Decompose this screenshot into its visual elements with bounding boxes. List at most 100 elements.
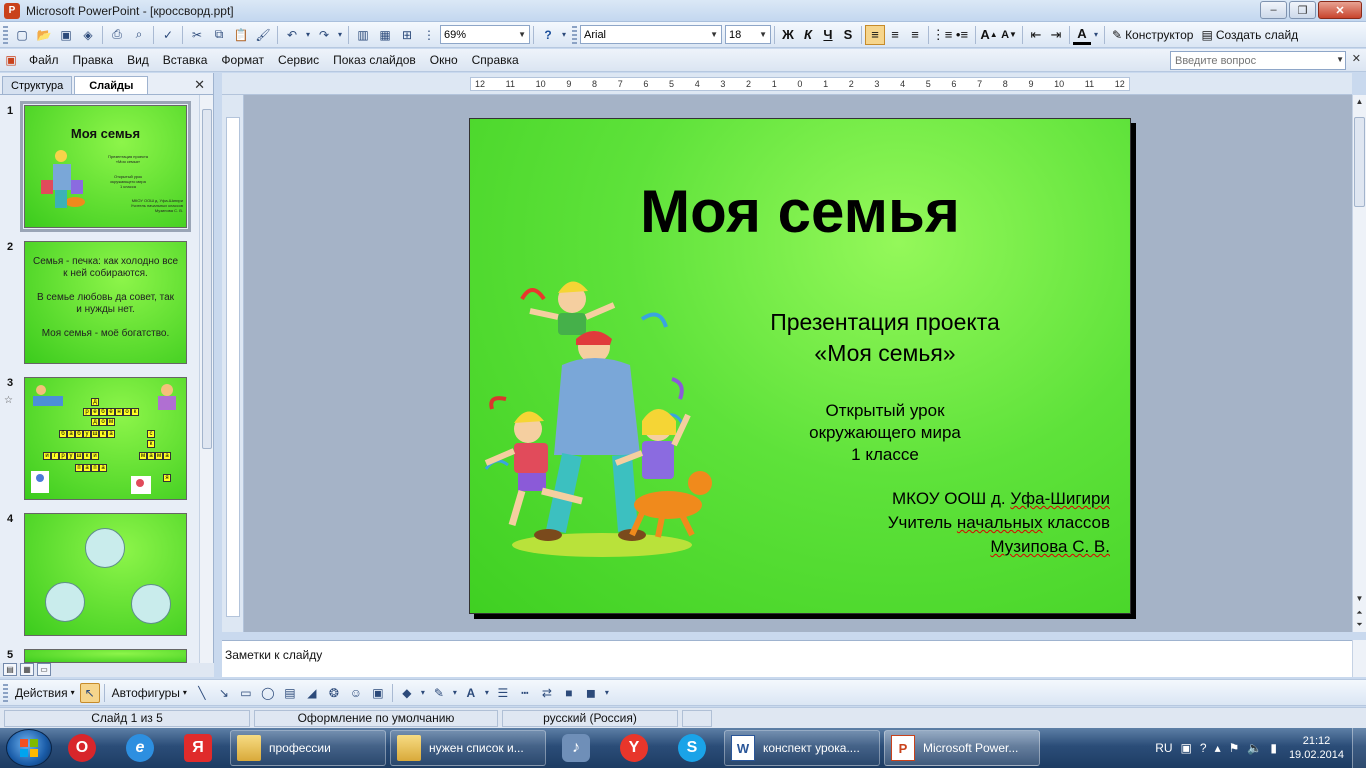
save-icon[interactable]: ▣ <box>56 25 76 45</box>
close-button[interactable]: ✕ <box>1318 1 1362 19</box>
picture-icon[interactable]: ▣ <box>368 683 388 703</box>
font-color-dropdown-icon[interactable]: ▾ <box>1092 25 1100 45</box>
powerpoint-app-icon[interactable]: P <box>4 2 20 19</box>
numbered-list-icon[interactable]: ⋮≡ <box>932 25 953 45</box>
toolbar-options-icon[interactable]: ▾ <box>560 25 568 45</box>
font-size-select[interactable]: 18 ▼ <box>725 25 771 44</box>
dash-style-icon[interactable]: ┅ <box>515 683 535 703</box>
wordart-icon[interactable]: ◢ <box>302 683 322 703</box>
status-language[interactable]: русский (Россия) <box>502 709 678 727</box>
sound-taskbar-icon[interactable]: ♪ <box>548 729 604 767</box>
pdf-tray-icon[interactable]: ▣ <box>1181 741 1192 755</box>
taskbar-item-active[interactable]: P Microsoft Power... <box>884 730 1040 766</box>
undo-dropdown-icon[interactable]: ▾ <box>304 25 312 45</box>
slide-title[interactable]: Моя семья <box>470 177 1130 246</box>
new-document-icon[interactable]: ▢ <box>12 25 32 45</box>
cut-icon[interactable]: ✂ <box>187 25 207 45</box>
autoshapes-menu[interactable]: Автофигуры ▾ <box>112 686 187 700</box>
format-painter-icon[interactable]: 🖌 <box>253 25 273 45</box>
document-icon[interactable]: ▣ <box>1 50 21 70</box>
normal-view-icon[interactable]: ▤ <box>3 663 17 676</box>
slide-thumbnail-4[interactable] <box>24 513 187 636</box>
slide-thumbnail-2[interactable]: Семья - печка: как холодно все к ней соб… <box>24 241 187 364</box>
insert-grid-icon[interactable]: ⊞ <box>397 25 417 45</box>
bulleted-list-icon[interactable]: •≡ <box>952 25 972 45</box>
help-tray-icon[interactable]: ? <box>1200 741 1207 755</box>
shadow-button[interactable]: S <box>838 25 858 45</box>
menu-insert[interactable]: Вставка <box>156 53 215 67</box>
line-dropdown-icon[interactable]: ▾ <box>451 683 459 703</box>
slide-lesson-text[interactable]: Открытый урок окружающего мира 1 классе <box>760 400 1010 466</box>
font-color-icon[interactable]: A <box>461 683 481 703</box>
close-pane-icon[interactable]: ✕ <box>194 77 205 93</box>
menu-help[interactable]: Справка <box>465 53 526 67</box>
scrollbar-thumb[interactable] <box>202 109 212 449</box>
help-icon[interactable]: ? <box>538 25 558 45</box>
designer-button[interactable]: ✎ Конструктор <box>1112 28 1193 42</box>
redo-dropdown-icon[interactable]: ▾ <box>336 25 344 45</box>
thumbnails-scrollbar[interactable] <box>199 95 213 663</box>
open-folder-icon[interactable]: 📂 <box>34 25 54 45</box>
show-hidden-icons-icon[interactable]: ▴ <box>1215 741 1221 755</box>
scrollbar-thumb[interactable] <box>1354 117 1365 207</box>
menu-view[interactable]: Вид <box>120 53 156 67</box>
next-slide-icon[interactable]: ⏷ <box>1353 620 1366 632</box>
scroll-down-icon[interactable]: ▼ <box>1353 594 1366 606</box>
decrease-font-icon[interactable]: A ▼ <box>999 25 1019 45</box>
yandex-taskbar-icon[interactable]: Я <box>170 729 226 767</box>
notes-pane[interactable]: Заметки к слайду <box>222 640 1352 677</box>
network-icon[interactable]: ▮ <box>1270 741 1277 755</box>
minimize-button[interactable]: – <box>1260 1 1287 19</box>
current-slide[interactable]: Моя семья Презентация проекта «Моя семья… <box>469 118 1131 614</box>
slide-author-block[interactable]: МКОУ ООШ д. Уфа-Шигири Учитель начальных… <box>888 487 1110 559</box>
italic-button[interactable]: К <box>798 25 818 45</box>
menu-tools[interactable]: Сервис <box>271 53 326 67</box>
ie-taskbar-icon[interactable]: e <box>112 729 168 767</box>
menu-file[interactable]: Файл <box>22 53 66 67</box>
slide-scrollbar[interactable]: ▲ ▼ ⏶ ⏷ <box>1352 95 1366 632</box>
toolbar-grip[interactable] <box>3 683 8 702</box>
show-grid-icon[interactable]: ⋮ <box>419 25 439 45</box>
taskbar-item[interactable]: профессии <box>230 730 386 766</box>
arrow-style-icon[interactable]: ⇄ <box>537 683 557 703</box>
menu-window[interactable]: Окно <box>423 53 465 67</box>
slide-thumbnail-3[interactable]: д р е б ё н о к д о м б а б у ш к а и г … <box>24 377 187 500</box>
line-color-icon[interactable]: ✎ <box>429 683 449 703</box>
scroll-up-icon[interactable]: ▲ <box>1353 97 1366 109</box>
decrease-indent-icon[interactable]: ⇤ <box>1026 25 1046 45</box>
toolbar-grip[interactable] <box>572 25 577 44</box>
textbox-icon[interactable]: ▤ <box>280 683 300 703</box>
print-icon[interactable]: ⎙ <box>107 25 127 45</box>
slide-sorter-icon[interactable]: ▦ <box>20 663 34 676</box>
previous-slide-icon[interactable]: ⏶ <box>1353 608 1366 620</box>
permission-icon[interactable]: ◈ <box>78 25 98 45</box>
taskbar-item[interactable]: нужен список и... <box>390 730 546 766</box>
font-name-select[interactable]: Arial ▼ <box>580 25 722 44</box>
redo-icon[interactable]: ↷ <box>314 25 334 45</box>
toolbar-grip[interactable] <box>3 25 8 44</box>
insert-chart-icon[interactable]: ▥ <box>353 25 373 45</box>
menu-edit[interactable]: Правка <box>66 53 121 67</box>
print-preview-icon[interactable]: ⌕ <box>129 25 149 45</box>
close-document-icon[interactable]: ✕ <box>1352 52 1361 65</box>
shadow-style-icon[interactable]: ■ <box>559 683 579 703</box>
new-slide-button[interactable]: ▤ Создать слайд <box>1201 28 1298 42</box>
arrow-icon[interactable]: ↘ <box>214 683 234 703</box>
volume-icon[interactable]: 🔈 <box>1247 741 1262 755</box>
undo-icon[interactable]: ↶ <box>282 25 302 45</box>
align-right-icon[interactable]: ≡ <box>905 25 925 45</box>
font-color-button[interactable]: A <box>1073 25 1091 45</box>
align-center-icon[interactable]: ≡ <box>885 25 905 45</box>
flag-tray-icon[interactable]: ⚑ <box>1229 741 1240 755</box>
opera-taskbar-icon[interactable]: O <box>54 729 110 767</box>
paste-icon[interactable]: 📋 <box>231 25 251 45</box>
toolbar-options-icon[interactable]: ▾ <box>603 683 611 703</box>
slideshow-icon[interactable]: ▭ <box>37 663 51 676</box>
chevron-down-icon[interactable]: ▼ <box>1336 55 1344 64</box>
skype-taskbar-icon[interactable]: S <box>664 729 720 767</box>
start-button[interactable] <box>6 729 52 767</box>
tab-outline[interactable]: Структура <box>2 76 73 94</box>
rectangle-icon[interactable]: ▭ <box>236 683 256 703</box>
fill-dropdown-icon[interactable]: ▾ <box>419 683 427 703</box>
increase-font-icon[interactable]: A ▲ <box>979 25 999 45</box>
